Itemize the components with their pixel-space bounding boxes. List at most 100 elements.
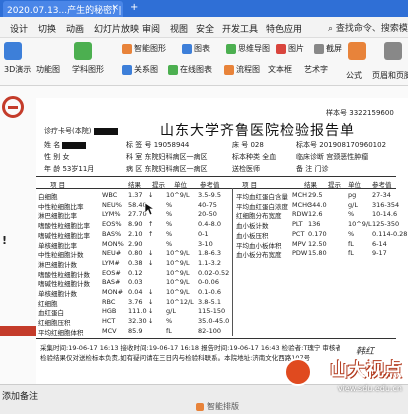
menu-view[interactable]: 视图 [170, 22, 188, 35]
item-range: 27-34 [372, 191, 391, 199]
smart-layout-button[interactable]: 智能排版 [196, 401, 239, 412]
item-code: HGB [102, 307, 117, 316]
mindmap-icon [226, 43, 236, 54]
remark: 备 注 门诊 [296, 165, 329, 173]
ribbon-relation[interactable]: 关系图 [122, 64, 158, 75]
column-header: 项 目 结果 提示 单位 参考值 项 目 结果 提示 单位 参考值 [50, 181, 392, 189]
table-divider [232, 188, 233, 336]
item-name: 平均血红蛋白浓度 [236, 202, 288, 211]
item-flag: ↓ [148, 317, 154, 326]
item-code: BAS# [102, 278, 121, 287]
item-name: 平均红细胞体积 [38, 328, 84, 337]
menu-bar: 设计 切换 动画 幻灯片放映 审阅 视图 安全 开发工具 特色应用 ⌕ 查找命令… [0, 17, 408, 38]
ribbon-smartart[interactable]: 智能图形 [122, 43, 166, 54]
item-code: PCT [292, 229, 305, 238]
item-code: NEU% [102, 200, 122, 209]
item-code: MCV [102, 326, 117, 335]
item-name: 平均血红蛋白含量 [236, 193, 288, 201]
item-value: 344.0 [308, 200, 327, 209]
ribbon-flowchart[interactable]: 流程图 [224, 64, 260, 75]
item-range: 0.114-0.28 [372, 229, 408, 238]
item-range: 3.5-9.5 [198, 191, 222, 199]
menu-slideshow[interactable]: 幻灯片放映 [94, 22, 139, 35]
item-code: RDW [292, 210, 308, 219]
ribbon-online-chart[interactable]: 在线图表 [168, 64, 212, 75]
ribbon-formula-icon[interactable] [348, 42, 366, 60]
item-unit: % [166, 200, 173, 209]
document-tab[interactable]: 2020.07.13...产生的秘密) | × [3, 1, 123, 17]
redaction-bar [93, 127, 118, 135]
specimen-no: 标本号 201908170960102 [296, 141, 387, 149]
close-icon[interactable]: × [111, 3, 119, 13]
item-code: PLT [292, 220, 303, 229]
item-range: 6-14 [372, 239, 387, 248]
ribbon-3d-icon[interactable] [4, 42, 22, 60]
ribbon-picture[interactable]: 图片 [276, 43, 304, 54]
item-unit: 10^9/L [166, 278, 190, 287]
ribbon-3d[interactable]: 3D演示 [4, 64, 31, 75]
screenshot-icon [314, 43, 324, 54]
search-input[interactable]: ⌕ 查找命令、搜索模板 [328, 21, 408, 34]
lab-report[interactable]: 山东大学齐鲁医院检验报告单 样本号 3322159600 诊疗卡号(本院) 姓 … [36, 98, 408, 384]
ribbon-wordart[interactable]: 艺术字 [304, 64, 328, 75]
hospital-logo [2, 96, 24, 118]
item-unit: 10^9/L [166, 258, 190, 267]
item-name: 单核细胞计数 [38, 290, 77, 298]
item-flag: ↓ [148, 249, 154, 258]
item-name: 单核细胞比率 [38, 241, 77, 250]
ribbon-subject-shape[interactable]: 学科图形 [72, 64, 104, 75]
ribbon-subject-icon[interactable] [74, 42, 92, 60]
ribbon-mindmap[interactable]: 思维导图 [226, 43, 270, 54]
item-range: 115-150 [198, 307, 226, 316]
item-range: 0.1-0.6 [198, 288, 222, 296]
ribbon-header-icon[interactable] [384, 42, 402, 60]
item-unit: % [348, 210, 355, 219]
item-value: 12.50 [308, 239, 327, 248]
item-range: 9-17 [372, 249, 387, 258]
menu-features[interactable]: 特色应用 [266, 22, 302, 35]
watermark-url: view.sdu.edu.cn [337, 384, 402, 393]
menu-animation[interactable]: 动画 [66, 22, 84, 35]
item-name: 平均血小板体积 [236, 241, 282, 250]
item-unit: g/L [166, 307, 176, 316]
add-note-button[interactable]: 添加备注 [2, 389, 38, 402]
ribbon-function-diagram[interactable]: 功能图 [36, 64, 60, 75]
item-range: 35.0-45.0 [198, 317, 230, 326]
new-tab-icon[interactable]: + [130, 2, 138, 13]
item-name: 淋巴细胞计数 [38, 260, 77, 269]
item-code: WBC [102, 191, 118, 199]
item-range: 0-0.06 [198, 278, 219, 287]
item-range: 125-350 [372, 220, 400, 229]
item-name: 中性粒细胞比率 [38, 202, 84, 211]
flowchart-icon [224, 64, 234, 75]
ribbon-screenshot[interactable]: 截屏 [314, 43, 342, 54]
menu-transition[interactable]: 切换 [38, 22, 56, 35]
ribbon-chart[interactable]: 图表 [182, 43, 210, 54]
item-name: 血小板压积 [236, 231, 269, 240]
item-unit: 10^9/L [166, 191, 190, 199]
ribbon-textbox[interactable]: 文本框 [268, 64, 292, 75]
ribbon-formula[interactable]: 公式 [346, 70, 362, 81]
relation-icon [122, 64, 132, 75]
item-unit: 10^9/L [348, 220, 372, 229]
watermark-brand: 山大视点 [330, 360, 402, 381]
ribbon-header-footer[interactable]: 页眉和页脚 [372, 70, 408, 81]
menu-review[interactable]: 审阅 [142, 22, 160, 35]
ward: 病 区 东院妇科病区一病区 [126, 165, 208, 173]
menu-devtools[interactable]: 开发工具 [222, 22, 258, 35]
item-code: NEU# [102, 249, 122, 258]
item-range: 0.4-8.0 [198, 220, 222, 229]
age: 年 龄 53岁11月 [44, 165, 95, 173]
item-flag: ↓ [148, 258, 154, 267]
item-value: 12.6 [308, 210, 323, 219]
item-name: 嗜酸性粒细胞计数 [38, 270, 90, 279]
barcode: 标 签 号 19058944 [126, 141, 190, 149]
item-value: 0.38 [128, 258, 143, 267]
menu-security[interactable]: 安全 [196, 22, 214, 35]
doctor: 送检医师 [232, 165, 260, 173]
menu-design[interactable]: 设计 [10, 22, 28, 35]
item-code: RBC [102, 297, 116, 306]
online-chart-icon [168, 64, 178, 75]
item-value: 136 [308, 220, 321, 229]
report-title: 山东大学齐鲁医院检验报告单 [160, 123, 355, 139]
